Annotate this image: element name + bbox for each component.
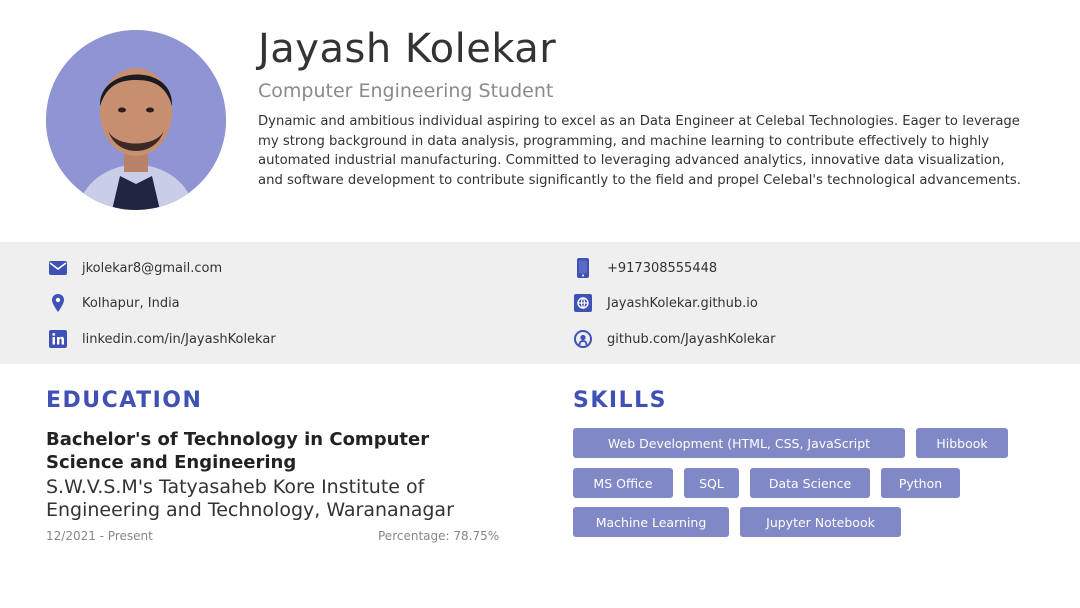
email-text: jkolekar8@gmail.com [82,260,223,276]
profile-photo-illustration [46,30,226,210]
location-text: Kolhapur, India [82,295,180,311]
phone-text: +917308555448 [607,260,718,276]
skills-heading: SKILLS [573,388,667,413]
education-score: Percentage: 78.75% [378,529,500,543]
contact-location: Kolhapur, India [48,293,180,313]
email-icon [48,258,68,278]
profile-photo [46,30,226,210]
education-institute: S.W.V.S.M's Tatyasaheb Kore Institute of… [46,476,454,521]
phone-icon [573,258,593,278]
github-icon [573,329,593,349]
resume-header: Jayash Kolekar Computer Engineering Stud… [0,0,1080,240]
github-text: github.com/JayashKolekar [607,331,776,347]
contact-section: jkolekar8@gmail.com Kolhapur, India link… [0,242,1080,364]
website-icon [573,293,593,313]
location-pin-icon [48,293,68,313]
contact-website[interactable]: JayashKolekar.github.io [573,293,758,313]
website-text: JayashKolekar.github.io [607,295,758,311]
education-dates: 12/2021 - Present [46,529,153,543]
candidate-name: Jayash Kolekar [258,26,557,72]
linkedin-icon [48,329,68,349]
candidate-title: Computer Engineering Student [258,80,554,102]
skill-tag: Machine Learning [573,507,729,537]
skill-tag: Data Science [750,468,870,498]
skill-tag: Jupyter Notebook [740,507,901,537]
skill-tag: Hibbook [916,428,1008,458]
skill-tag: MS Office [573,468,673,498]
profile-summary: Dynamic and ambitious individual aspirin… [258,114,1021,188]
skill-tag: SQL [684,468,739,498]
contact-linkedin[interactable]: linkedin.com/in/JayashKolekar [48,329,276,349]
skill-tag: Web Development (HTML, CSS, JavaScript [573,428,905,458]
education-degree: Bachelor's of Technology in Computer Sci… [46,429,430,473]
education-heading: EDUCATION [46,388,203,413]
linkedin-text: linkedin.com/in/JayashKolekar [82,331,276,347]
skill-tag: Python [881,468,960,498]
contact-github[interactable]: github.com/JayashKolekar [573,329,776,349]
contact-phone[interactable]: +917308555448 [573,258,717,278]
contact-email[interactable]: jkolekar8@gmail.com [48,258,222,278]
